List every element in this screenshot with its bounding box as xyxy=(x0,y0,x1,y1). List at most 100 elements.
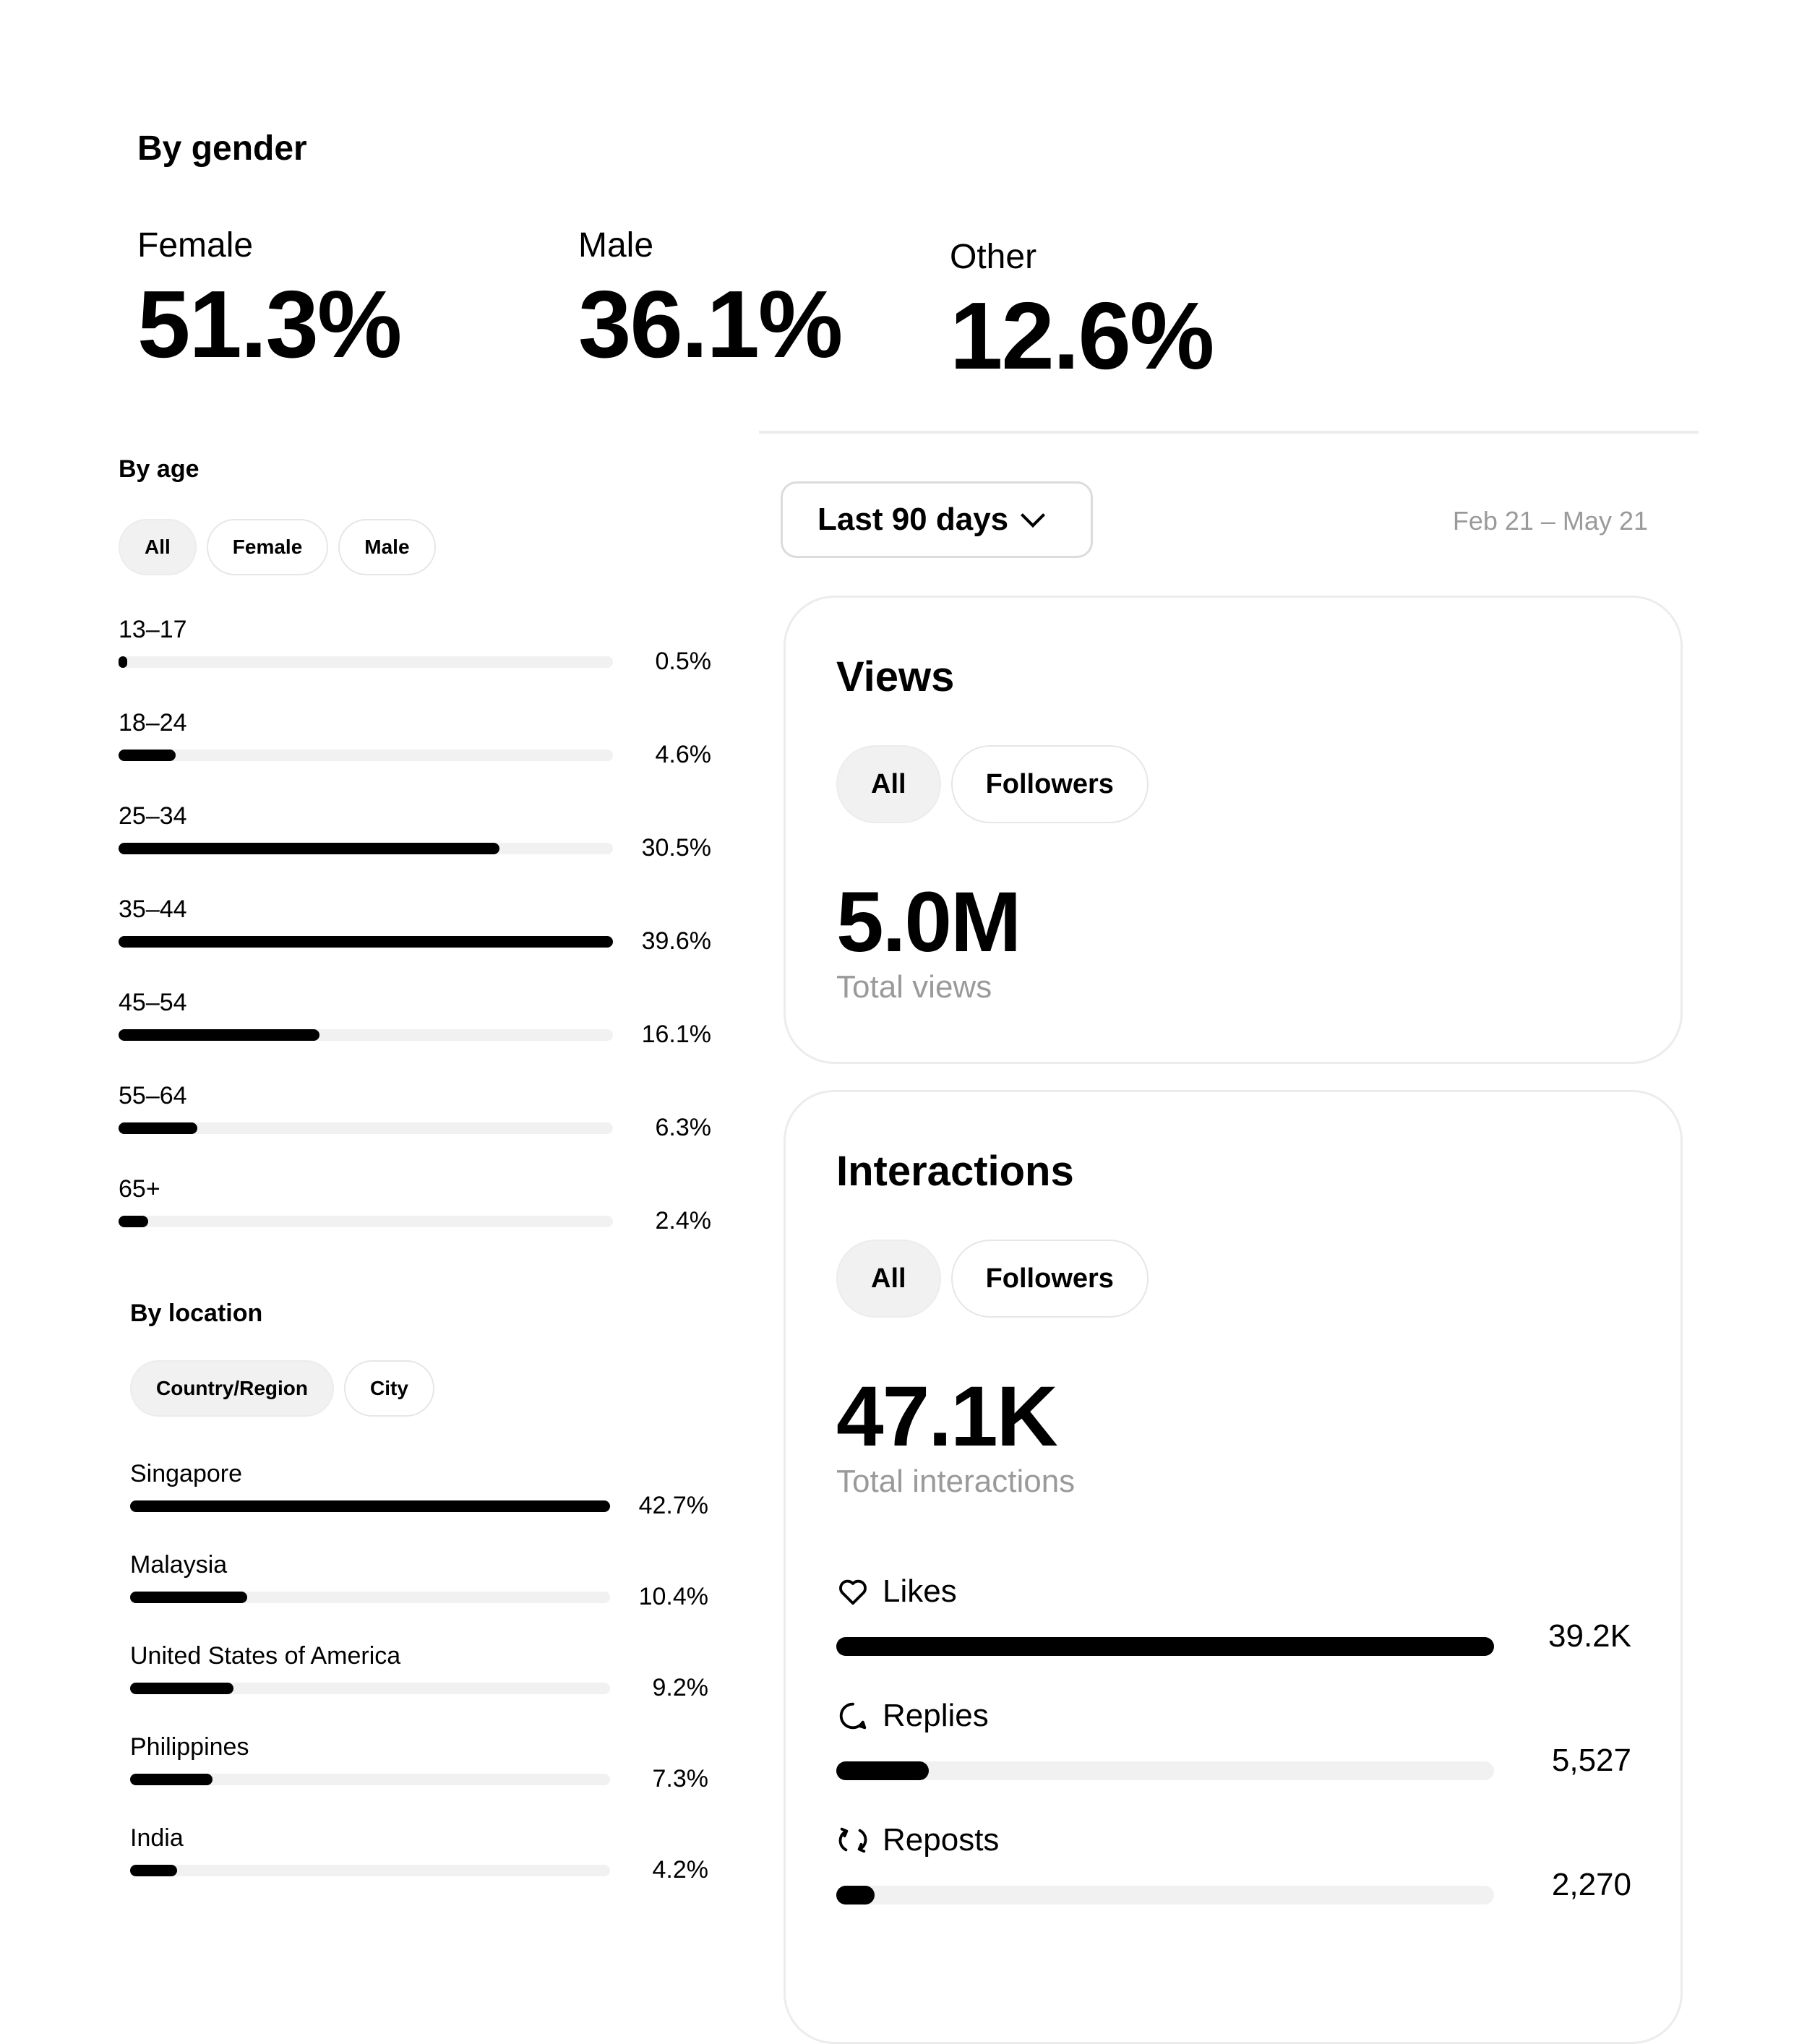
interaction-row-reposts: Reposts 2,270 xyxy=(836,1822,1631,1905)
location-bar-bar xyxy=(130,1592,247,1603)
gender-label: Female xyxy=(137,226,254,265)
location-bar-track xyxy=(130,1500,610,1512)
age-bar-label: 55–64 xyxy=(119,1082,187,1109)
interactions-filter-followers[interactable]: Followers xyxy=(950,1240,1149,1318)
age-filter-group: All Female Male xyxy=(119,519,436,575)
views-filter-group: All Followers xyxy=(836,745,1149,823)
interactions-filter-group: All Followers xyxy=(836,1240,1149,1318)
location-bar-value: 4.2% xyxy=(652,1856,709,1884)
age-bar-bar xyxy=(119,1029,320,1041)
interaction-bar xyxy=(836,1886,875,1905)
location-bar-label: Singapore xyxy=(130,1460,243,1487)
location-filter-country-region[interactable]: Country/Region xyxy=(130,1360,334,1417)
age-bar-label: 25–34 xyxy=(119,802,187,830)
age-bar-label: 18–24 xyxy=(119,709,187,737)
location-bar-value: 10.4% xyxy=(638,1583,708,1610)
age-bar-bar xyxy=(119,936,613,948)
interaction-row-likes: Likes 39.2K xyxy=(836,1573,1631,1656)
gender-label: Male xyxy=(578,226,654,265)
location-bar-bar xyxy=(130,1865,178,1876)
location-bar-label: United States of America xyxy=(130,1642,401,1670)
age-bar-track xyxy=(119,1122,613,1134)
views-filter-all[interactable]: All xyxy=(836,745,941,823)
location-bar-label: Malaysia xyxy=(130,1551,228,1579)
age-bar-value: 0.5% xyxy=(655,648,712,675)
age-bar-row: 65+ 2.4% xyxy=(119,1175,711,1248)
date-range-label: Last 90 days xyxy=(817,502,1009,537)
age-filter-female[interactable]: Female xyxy=(206,519,329,575)
views-card: Views All Followers 5.0M Total views xyxy=(784,596,1683,1064)
age-bar-value: 39.6% xyxy=(641,927,711,955)
location-bar-bar xyxy=(130,1500,610,1512)
interaction-bar xyxy=(836,1637,1494,1656)
location-filter-city[interactable]: City xyxy=(344,1360,434,1417)
location-bar-label: Philippines xyxy=(130,1733,249,1761)
age-bar-row: 18–24 4.6% xyxy=(119,709,711,781)
total-views-caption: Total views xyxy=(836,969,992,1005)
gender-label: Other xyxy=(950,238,1037,276)
views-title: Views xyxy=(836,653,955,700)
location-bar-track xyxy=(130,1592,610,1603)
total-interactions-value: 47.1K xyxy=(836,1369,1058,1464)
total-views-value: 5.0M xyxy=(836,875,1021,970)
age-bar-value: 30.5% xyxy=(641,834,711,862)
age-bar-value: 2.4% xyxy=(655,1207,712,1234)
location-bar-label: India xyxy=(130,1824,184,1852)
age-bar-row: 45–54 16.1% xyxy=(119,989,711,1061)
interactions-card: Interactions All Followers 47.1K Total i… xyxy=(784,1090,1683,2044)
age-filter-male[interactable]: Male xyxy=(338,519,436,575)
age-bar-track xyxy=(119,750,613,761)
age-bar-bar xyxy=(119,1122,197,1134)
interaction-track xyxy=(836,1761,1494,1780)
location-bar-row: United States of America 9.2% xyxy=(130,1642,708,1714)
age-bar-track xyxy=(119,1216,613,1227)
location-bar-row: Singapore 42.7% xyxy=(130,1460,708,1532)
age-bar-label: 13–17 xyxy=(119,616,187,643)
location-section-title: By location xyxy=(130,1300,263,1327)
age-bar-value: 16.1% xyxy=(641,1021,711,1048)
interactions-title: Interactions xyxy=(836,1148,1074,1195)
date-range-text: Feb 21 – May 21 xyxy=(1452,506,1648,536)
gender-value: 12.6% xyxy=(950,283,1214,389)
age-bar-bar xyxy=(119,843,499,854)
age-filter-all[interactable]: All xyxy=(119,519,197,575)
age-bar-bar xyxy=(119,656,127,668)
gender-stat-other: Other 12.6% xyxy=(950,237,1214,389)
age-bar-label: 65+ xyxy=(119,1175,160,1203)
gender-value: 51.3% xyxy=(137,271,402,377)
age-bar-label: 35–44 xyxy=(119,896,187,923)
age-bar-row: 35–44 39.6% xyxy=(119,896,711,968)
location-bar-bar xyxy=(130,1683,234,1694)
interaction-bar xyxy=(836,1761,930,1780)
interaction-label: Likes xyxy=(883,1573,957,1609)
repost-icon xyxy=(838,1827,867,1853)
location-bar-value: 9.2% xyxy=(652,1674,709,1701)
reply-icon xyxy=(839,1702,867,1730)
location-bar-value: 42.7% xyxy=(638,1492,708,1519)
age-bar-row: 55–64 6.3% xyxy=(119,1082,711,1154)
gender-value: 36.1% xyxy=(578,271,843,377)
location-filter-group: Country/Region City xyxy=(130,1360,434,1417)
age-bar-label: 45–54 xyxy=(119,989,187,1016)
age-bar-track xyxy=(119,936,613,948)
interaction-track xyxy=(836,1637,1494,1656)
date-range-dropdown[interactable]: Last 90 days xyxy=(781,481,1093,558)
location-bar-row: Philippines 7.3% xyxy=(130,1733,708,1805)
age-bar-track xyxy=(119,1029,613,1041)
location-bar-value: 7.3% xyxy=(652,1765,709,1792)
location-bar-row: India 4.2% xyxy=(130,1824,708,1897)
chevron-down-icon xyxy=(1021,503,1046,528)
interaction-value: 2,270 xyxy=(1551,1867,1631,1902)
location-bar-bar xyxy=(130,1774,213,1785)
interaction-value: 5,527 xyxy=(1551,1743,1631,1778)
age-bar-value: 6.3% xyxy=(655,1114,712,1141)
interactions-filter-all[interactable]: All xyxy=(836,1240,941,1318)
gender-section-title: By gender xyxy=(137,129,307,168)
views-filter-followers[interactable]: Followers xyxy=(950,745,1149,823)
interaction-row-replies: Replies 5,527 xyxy=(836,1698,1631,1780)
interaction-label: Reposts xyxy=(883,1822,1000,1858)
age-bar-bar xyxy=(119,1216,149,1227)
location-bar-track xyxy=(130,1683,610,1694)
age-bar-bar xyxy=(119,750,176,761)
total-interactions-caption: Total interactions xyxy=(836,1464,1076,1499)
